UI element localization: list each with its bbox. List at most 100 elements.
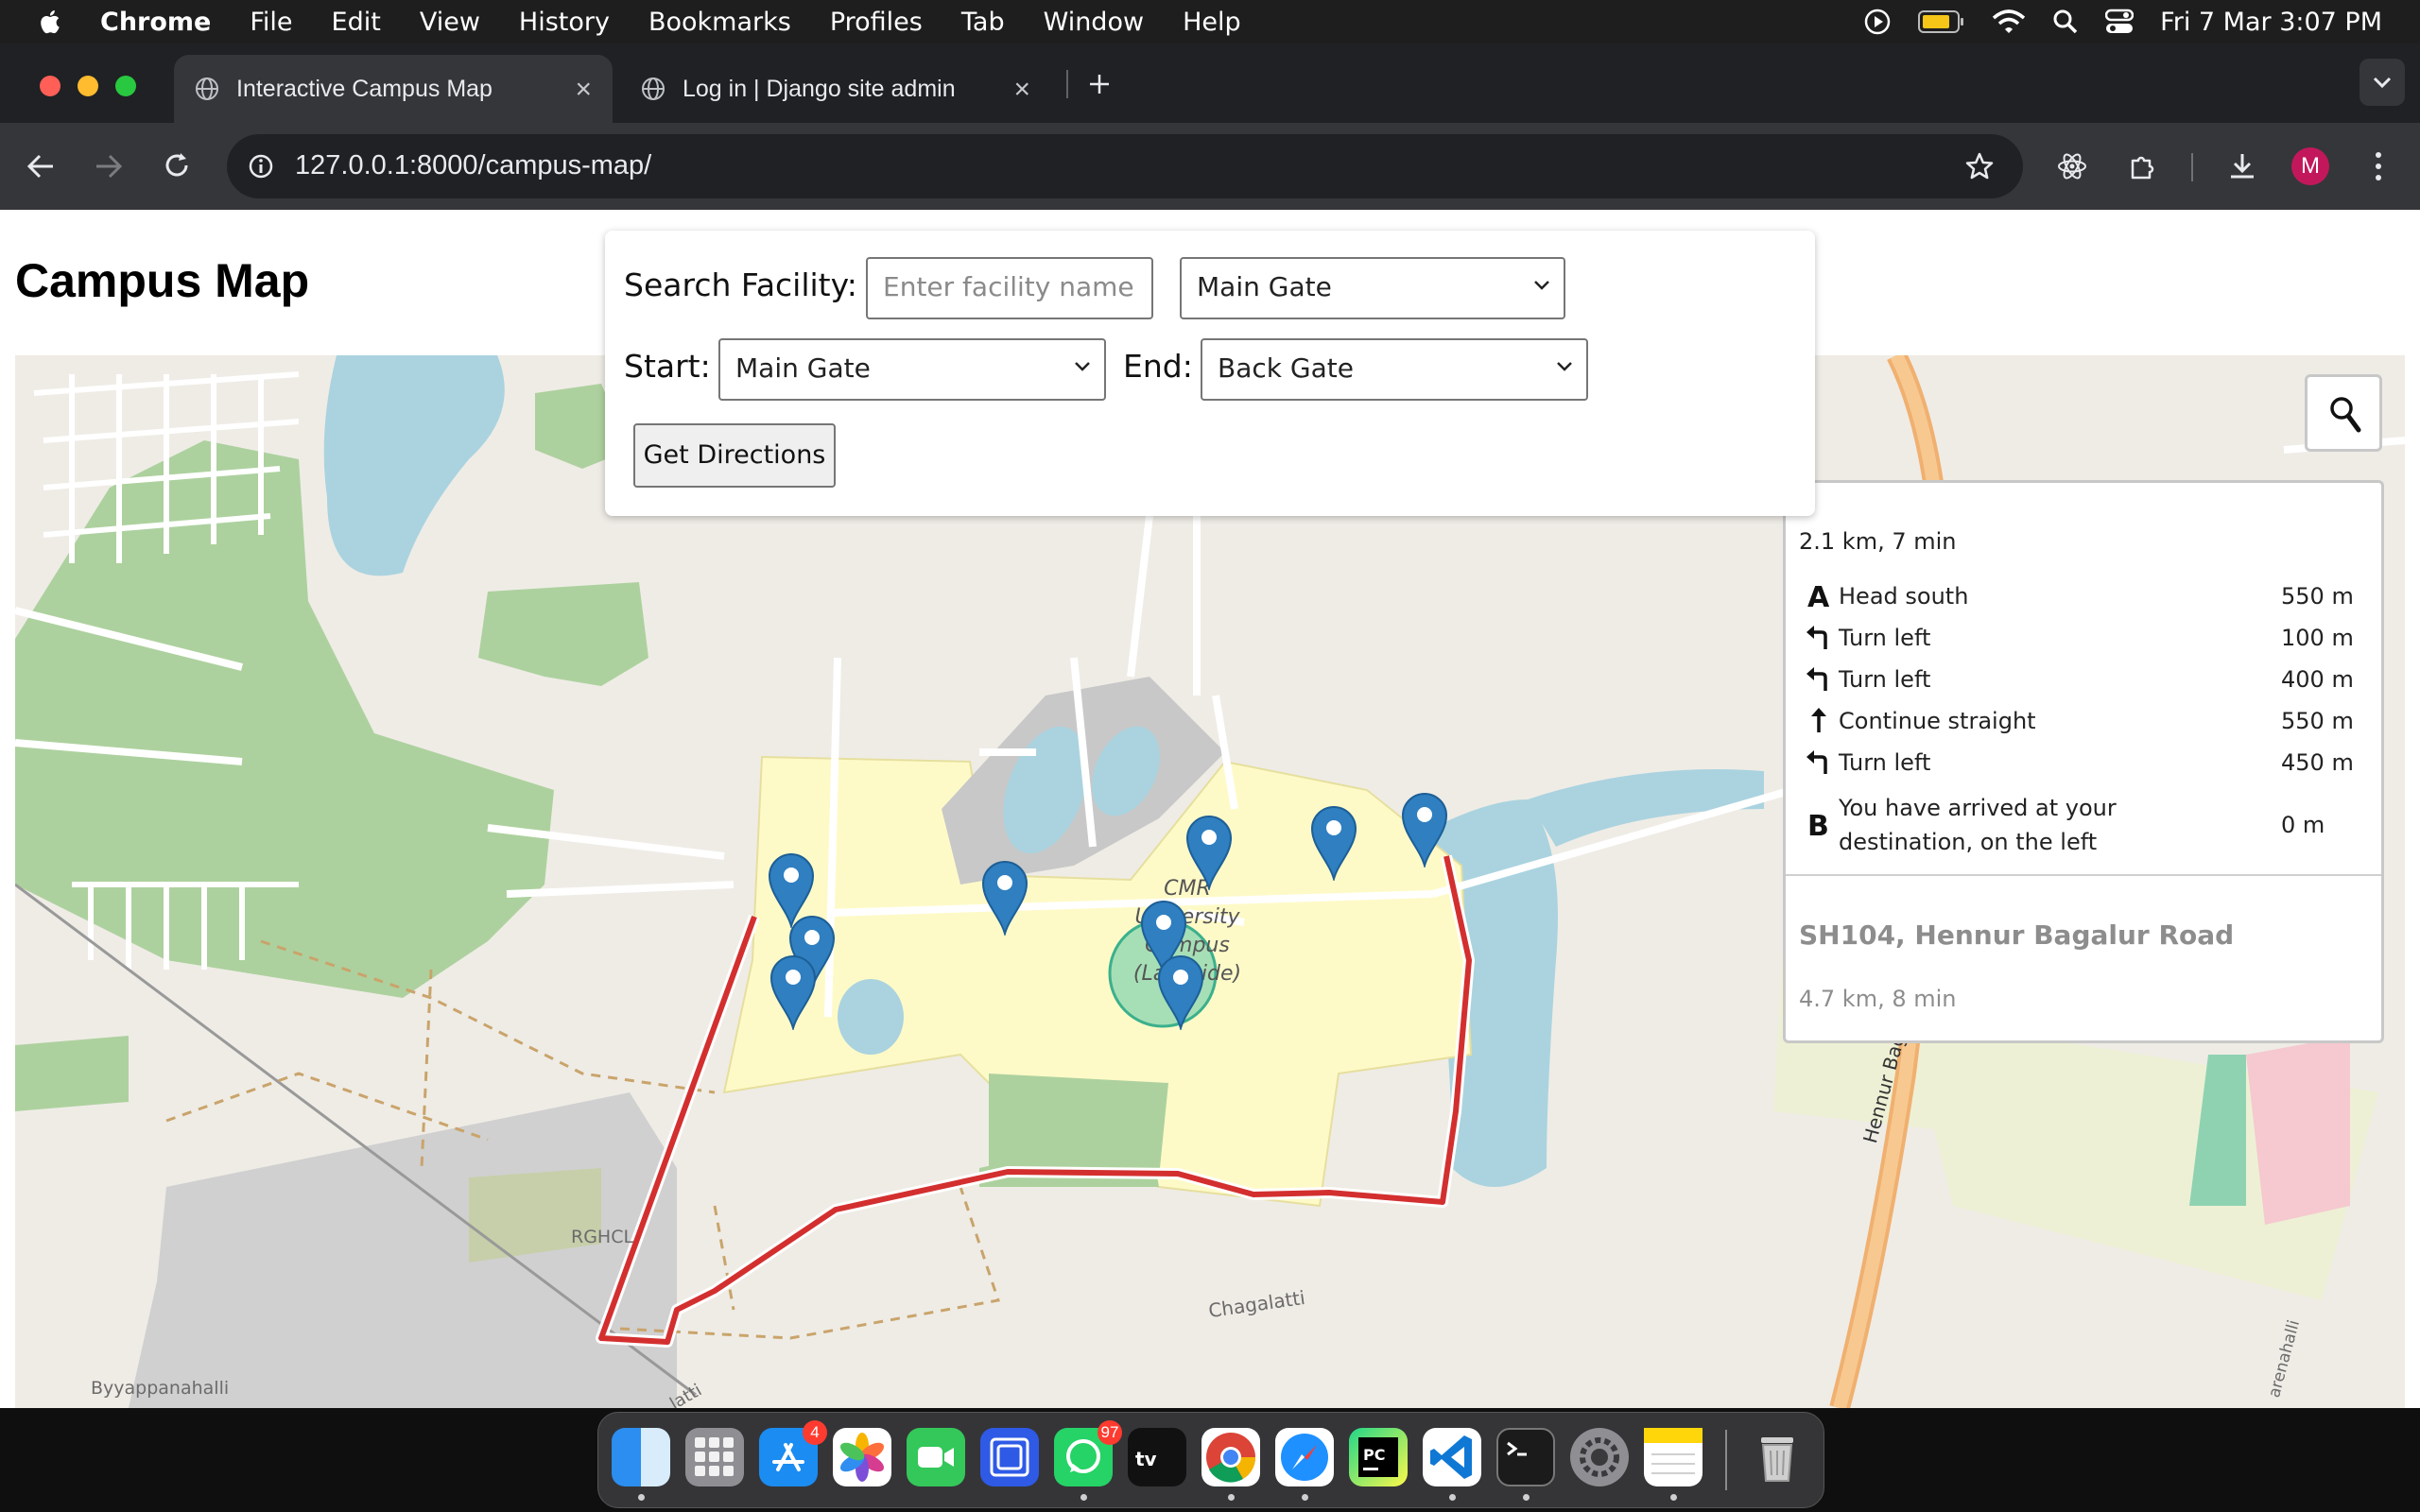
dock-separator	[1725, 1430, 1727, 1490]
menu-tab[interactable]: Tab	[961, 8, 1005, 37]
address-bar[interactable]: 127.0.0.1:8000/campus-map/	[227, 134, 2023, 198]
tab-search-button[interactable]	[2360, 59, 2405, 106]
facility-search-input[interactable]: Enter facility name	[866, 257, 1153, 319]
window-minimize-button[interactable]	[78, 76, 98, 96]
profile-avatar[interactable]: M	[2291, 147, 2329, 185]
screen-sharing-icon[interactable]	[980, 1428, 1039, 1486]
page-title: Campus Map	[15, 254, 310, 307]
menu-app-name[interactable]: Chrome	[100, 8, 211, 37]
vscode-icon[interactable]	[1423, 1428, 1481, 1486]
start-label: Start:	[624, 348, 711, 385]
svg-text:PC: PC	[1363, 1446, 1385, 1464]
facility-select[interactable]: Main Gate	[1180, 257, 1565, 319]
alternative-route-summary[interactable]: 4.7 km, 8 min	[1799, 986, 1957, 1012]
download-icon[interactable]	[2227, 151, 2257, 181]
route-step[interactable]: Turn left 450 m	[1799, 746, 2357, 783]
turn-left-icon	[1806, 667, 1827, 691]
map-label-rghcl: RGHCL	[571, 1227, 634, 1247]
more-menu-icon[interactable]	[2367, 149, 2390, 183]
facility-marker[interactable]	[1310, 803, 1357, 881]
start-marker-a-icon: A	[1807, 581, 1830, 610]
facility-marker[interactable]	[1401, 790, 1448, 868]
menu-profiles[interactable]: Profiles	[830, 8, 923, 37]
react-devtools-icon[interactable]	[2057, 151, 2087, 181]
menu-view[interactable]: View	[420, 8, 480, 37]
end-label: End:	[1123, 348, 1193, 385]
route-step-distance: 550 m	[2281, 583, 2354, 610]
route-step-text: You have arrived at your destination, on…	[1839, 795, 2117, 855]
whatsapp-badge: 97	[1098, 1420, 1122, 1445]
trash-icon[interactable]	[1748, 1428, 1806, 1486]
facetime-icon[interactable]	[907, 1428, 965, 1486]
notes-icon[interactable]	[1644, 1428, 1703, 1486]
route-step-text: Turn left	[1839, 749, 1931, 776]
chevron-down-icon	[1557, 362, 1572, 371]
tab-interactive-campus-map[interactable]: Interactive Campus Map ×	[174, 55, 613, 123]
window-zoom-button[interactable]	[115, 76, 136, 96]
menu-bookmarks[interactable]: Bookmarks	[648, 8, 791, 37]
menu-history[interactable]: History	[519, 8, 610, 37]
end-select[interactable]: Back Gate	[1201, 338, 1588, 401]
route-step-distance: 400 m	[2281, 666, 2354, 693]
control-center-icon[interactable]	[2105, 9, 2135, 35]
spotlight-search-icon[interactable]	[2052, 9, 2079, 35]
reload-icon[interactable]	[163, 151, 191, 180]
apple-tv-icon[interactable]: tv	[1128, 1428, 1186, 1486]
map-search-button[interactable]	[2305, 374, 2382, 452]
close-tab-icon[interactable]: ×	[575, 74, 592, 106]
facility-marker[interactable]	[769, 953, 817, 1030]
route-step[interactable]: Turn left 400 m	[1799, 662, 2357, 700]
tab-separator	[1066, 70, 1068, 98]
chevron-down-icon	[2373, 77, 2392, 89]
battery-icon[interactable]	[1918, 9, 1965, 34]
photos-icon[interactable]	[833, 1428, 891, 1486]
window-close-button[interactable]	[40, 76, 60, 96]
get-directions-button[interactable]: Get Directions	[633, 423, 836, 488]
terminal-icon[interactable]	[1496, 1428, 1555, 1486]
continue-straight-icon	[1811, 708, 1826, 732]
url-text[interactable]: 127.0.0.1:8000/campus-map/	[295, 150, 651, 181]
menu-help[interactable]: Help	[1183, 8, 1241, 37]
site-info-icon[interactable]	[248, 153, 274, 180]
tab-django-admin[interactable]: Log in | Django site admin ×	[620, 55, 1051, 123]
pycharm-icon[interactable]: PC	[1349, 1428, 1408, 1486]
start-select[interactable]: Main Gate	[718, 338, 1106, 401]
apple-logo-icon[interactable]	[38, 9, 60, 35]
search-icon	[2330, 397, 2361, 433]
menu-file[interactable]: File	[250, 8, 292, 37]
route-step[interactable]: B You have arrived at your destination, …	[1799, 791, 2357, 863]
alternative-route-name[interactable]: SH104, Hennur Bagalur Road	[1799, 919, 2234, 951]
route-step-text: Continue straight	[1839, 708, 2036, 734]
screen-recording-icon[interactable]	[1863, 8, 1892, 36]
bookmark-star-icon[interactable]	[1964, 151, 1995, 181]
facility-marker[interactable]	[1157, 953, 1204, 1030]
close-tab-icon[interactable]: ×	[1013, 74, 1030, 106]
wifi-icon[interactable]	[1992, 9, 2026, 35]
route-step[interactable]: Turn left 100 m	[1799, 621, 2357, 659]
finder-icon[interactable]	[612, 1428, 670, 1486]
turn-left-icon	[1806, 626, 1827, 649]
chrome-icon[interactable]	[1201, 1428, 1260, 1486]
menu-edit[interactable]: Edit	[332, 8, 381, 37]
running-indicator	[1670, 1494, 1677, 1501]
system-settings-icon[interactable]	[1570, 1428, 1629, 1486]
route-controls-panel: Search Facility: Enter facility name Mai…	[605, 231, 1815, 516]
turn-left-icon	[1806, 750, 1827, 774]
route-summary: 2.1 km, 7 min	[1799, 528, 1957, 555]
routing-itinerary-panel: 2.1 km, 7 min A Head south 550 m Turn le…	[1783, 480, 2384, 1043]
route-step[interactable]: A Head south 550 m	[1799, 579, 2357, 617]
menubar-clock[interactable]: Fri 7 Mar 3:07 PM	[2160, 8, 2382, 37]
launchpad-icon[interactable]	[685, 1428, 744, 1486]
end-marker-b-icon: B	[1807, 810, 1829, 838]
forward-arrow-icon[interactable]	[95, 153, 123, 180]
tab-title: Interactive Campus Map	[236, 75, 493, 102]
route-step[interactable]: Continue straight 550 m	[1799, 704, 2357, 742]
menu-window[interactable]: Window	[1044, 8, 1144, 37]
extensions-puzzle-icon[interactable]	[2127, 151, 2157, 181]
facility-marker[interactable]	[1185, 813, 1233, 890]
back-arrow-icon[interactable]	[26, 153, 55, 180]
safari-icon[interactable]	[1275, 1428, 1334, 1486]
new-tab-icon[interactable]	[1087, 72, 1112, 96]
facility-marker[interactable]	[981, 858, 1028, 936]
toolbar-separator	[2191, 153, 2193, 181]
